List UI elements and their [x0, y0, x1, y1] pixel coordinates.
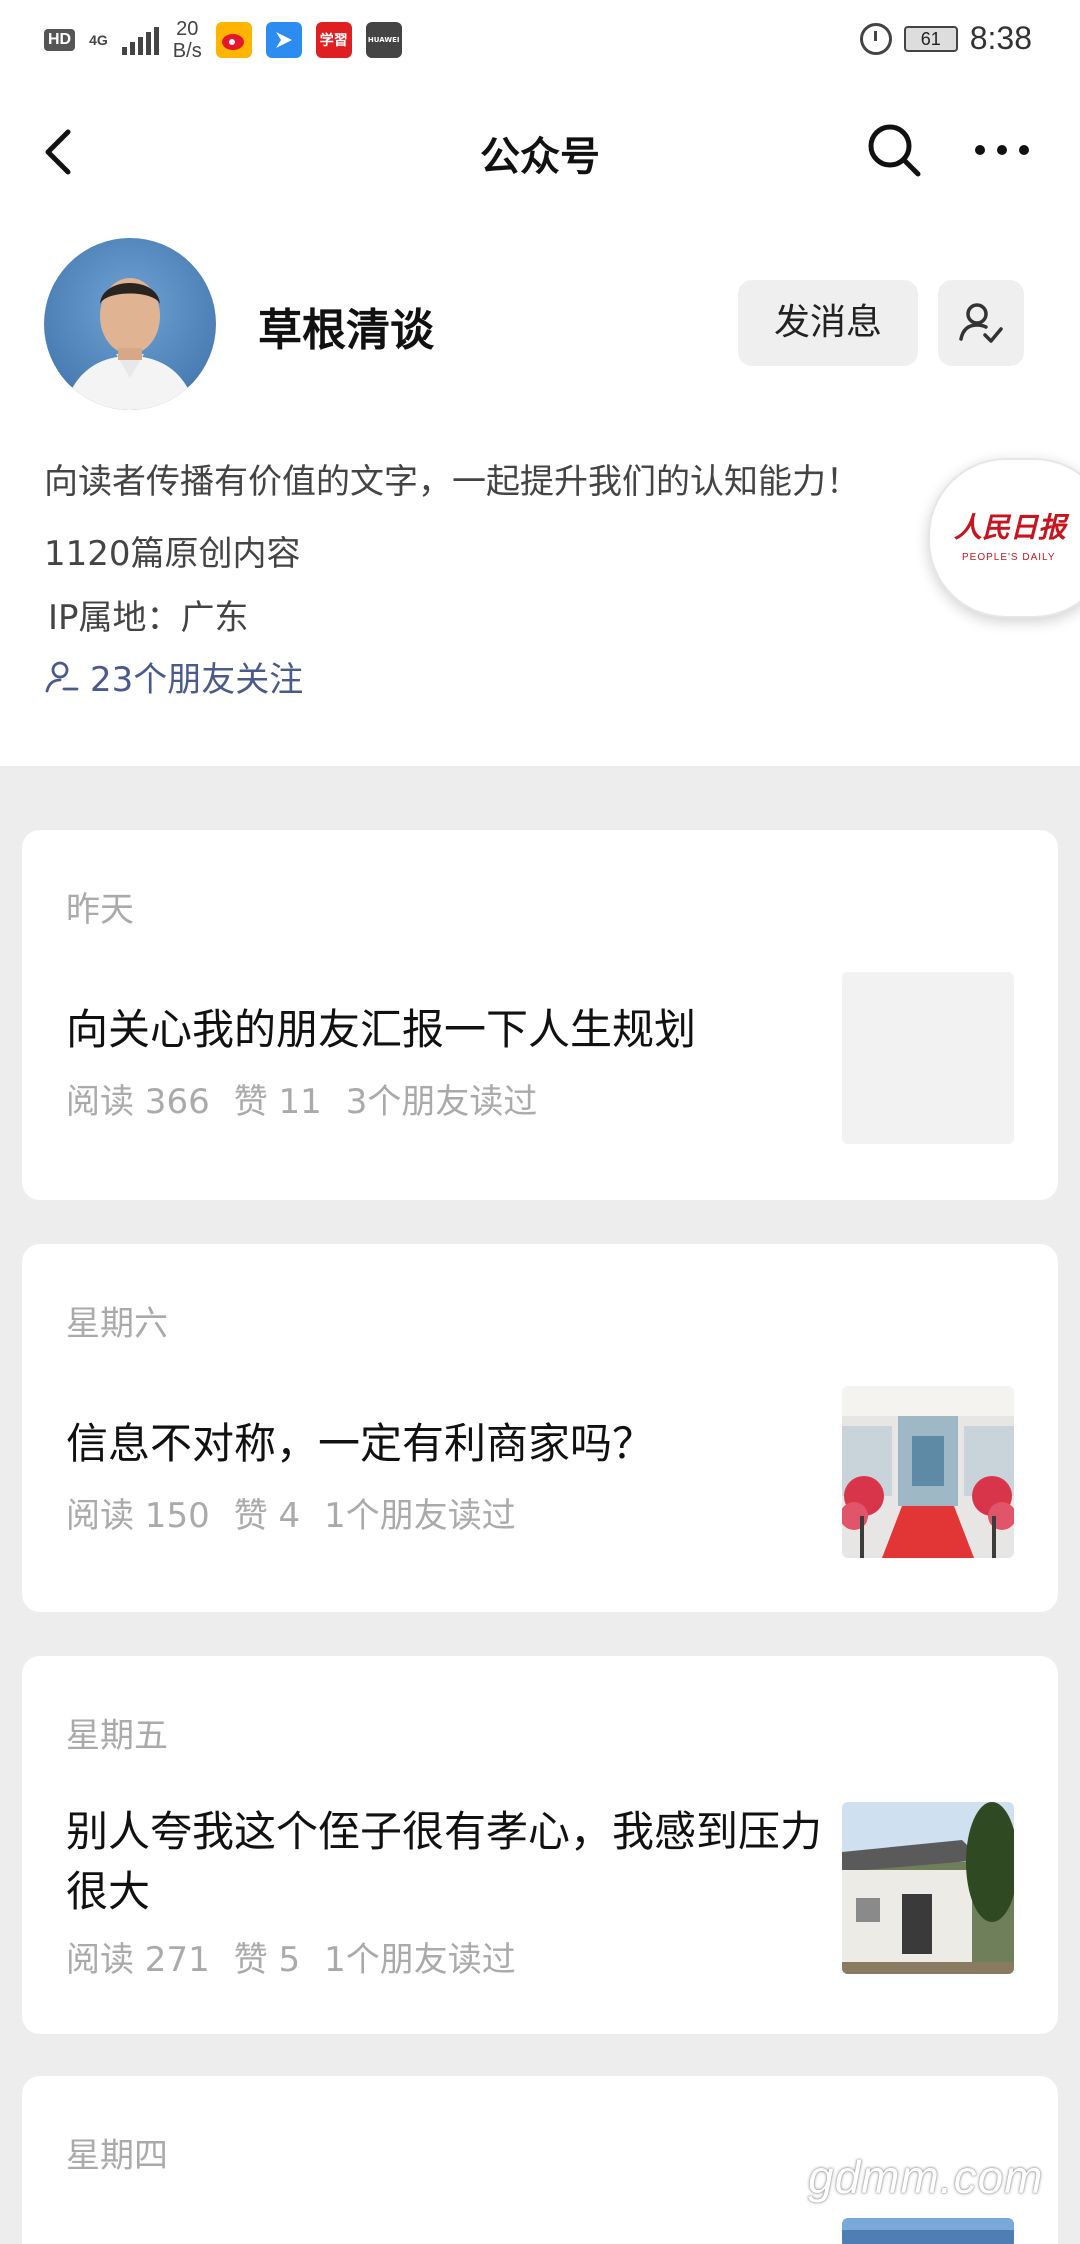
article-stats: 阅读 271 赞 5 1个朋友读过 [66, 1932, 516, 1981]
blue-app-icon [265, 22, 302, 58]
article-date: 星期五 [66, 1716, 168, 1756]
article-likes: 赞 4 [233, 1496, 301, 1536]
article-date: 昨天 [66, 890, 134, 930]
user-check-icon [959, 303, 1003, 343]
article-thumbnail[interactable] [842, 1802, 1014, 1974]
weibo-icon [215, 22, 252, 58]
battery-icon: 61 [903, 25, 958, 52]
network-type: 4G [89, 32, 108, 48]
status-left: HD 4G 20 B/s 学習 HUAWEI [44, 18, 402, 62]
article-title[interactable]: 向关心我的朋友汇报一下人生规划 [66, 1000, 826, 1060]
article-thumbnail[interactable] [842, 2218, 1014, 2244]
net-speed-unit: B/s [172, 40, 202, 62]
send-message-button[interactable]: 发消息 [738, 280, 918, 366]
hd-indicator: HD [44, 29, 76, 51]
article-card[interactable]: 昨天 向关心我的朋友汇报一下人生规划 阅读 366 赞 11 3个朋友读过 [22, 830, 1058, 1200]
article-friends-read: 1个朋友读过 [324, 1940, 516, 1980]
follow-button[interactable] [938, 280, 1024, 366]
account-name: 草根清谈 [258, 305, 434, 356]
status-right: 61 8:38 [859, 20, 1032, 57]
article-likes: 赞 5 [233, 1940, 301, 1980]
page: HD 4G 20 B/s 学習 HUAWEI 61 8:38 公众号 草根清谈 … [0, 0, 1080, 2244]
article-stats: 阅读 366 赞 11 3个朋友读过 [66, 1074, 537, 1123]
friend-icon [45, 661, 79, 692]
article-friends-read: 3个朋友读过 [345, 1082, 538, 1122]
article-title[interactable]: 别人夸我这个侄子很有孝心，我感到压力很大 [66, 1802, 826, 1922]
badge-subtitle: PEOPLE'S DAILY [962, 552, 1056, 563]
article-title[interactable]: 信息不对称，一定有利商家吗？ [66, 1414, 826, 1474]
more-icon[interactable] [970, 120, 1034, 180]
net-speed-value: 20 [176, 18, 199, 40]
profile-section: 草根清谈 发消息 向读者传播有价值的文字，一起提升我们的认知能力！ 1120篇原… [0, 216, 1080, 766]
watermark: gdmm.com [808, 2151, 1044, 2203]
search-icon[interactable] [864, 120, 924, 180]
floating-window-badge[interactable]: 人民日报 PEOPLE'S DAILY [928, 458, 1080, 618]
original-count[interactable]: 1120篇原创内容 [44, 526, 301, 575]
article-reads: 阅读 271 [66, 1940, 210, 1980]
article-thumbnail[interactable] [842, 972, 1014, 1144]
clock: 8:38 [969, 20, 1032, 56]
article-date: 星期四 [66, 2136, 168, 2176]
friends-following-label: 23个朋友关注 [90, 660, 304, 700]
nav-bar: 公众号 [0, 86, 1080, 216]
article-thumbnail[interactable] [842, 1386, 1014, 1558]
status-bar: HD 4G 20 B/s 学習 HUAWEI 61 8:38 [0, 0, 1080, 86]
account-description: 向读者传播有价值的文字，一起提升我们的认知能力！ [44, 462, 860, 502]
article-friends-read: 1个朋友读过 [324, 1496, 516, 1536]
article-stats: 阅读 150 赞 4 1个朋友读过 [66, 1488, 516, 1537]
badge-brand: 人民日报 [954, 511, 1067, 544]
xuexi-icon: 学習 [315, 22, 352, 58]
article-card[interactable]: 星期五 别人夸我这个侄子很有孝心，我感到压力很大 阅读 271 赞 5 1个朋友… [22, 1656, 1058, 2034]
net-speed: 20 B/s [173, 18, 202, 62]
article-reads: 阅读 366 [66, 1082, 210, 1122]
friends-following[interactable]: 23个朋友关注 [44, 652, 303, 701]
article-reads: 阅读 150 [66, 1496, 210, 1536]
huawei-icon: HUAWEI [365, 22, 402, 58]
signal-icon [121, 25, 159, 55]
avatar[interactable] [44, 238, 216, 410]
article-card[interactable]: 星期六 信息不对称，一定有利商家吗？ 阅读 150 赞 4 1个朋友读过 [22, 1244, 1058, 1612]
ip-location: IP属地：广东 [48, 598, 249, 638]
alarm-icon [859, 22, 892, 55]
article-date: 星期六 [66, 1304, 168, 1344]
article-likes: 赞 11 [233, 1082, 322, 1122]
